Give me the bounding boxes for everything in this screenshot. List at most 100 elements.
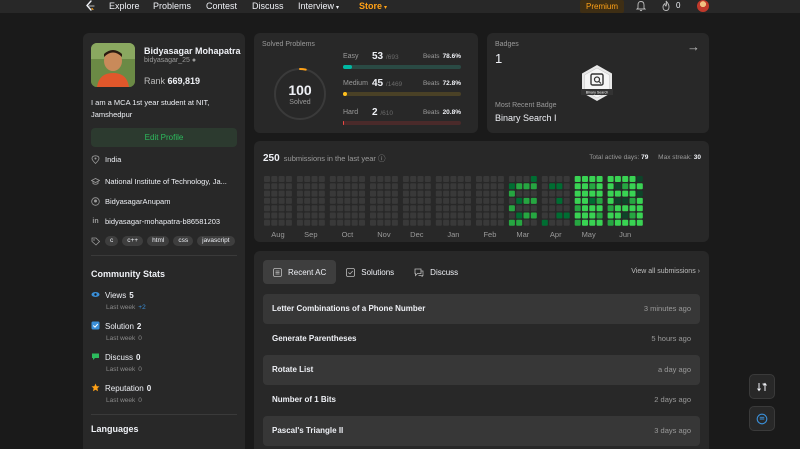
heatmap-cell[interactable] [351,183,358,190]
submission-row[interactable]: Generate Parentheses 5 hours ago [263,324,700,354]
heatmap-cell[interactable] [556,190,563,197]
heatmap-cell[interactable] [377,205,384,212]
heatmap-cell[interactable] [391,197,398,204]
heatmap-cell[interactable] [424,219,431,226]
heatmap-cell[interactable] [344,190,351,197]
heatmap-cell[interactable] [582,197,588,204]
heatmap-cell[interactable] [450,205,457,212]
heatmap-cell[interactable] [508,212,515,219]
heatmap-cell[interactable] [435,205,442,212]
heatmap-cell[interactable] [589,176,596,182]
heatmap-cell[interactable] [344,183,351,190]
heatmap-cell[interactable] [490,219,497,226]
heatmap-cell[interactable] [304,205,311,212]
heatmap-cell[interactable] [582,183,588,190]
heatmap-cell[interactable] [318,212,325,219]
heatmap-cell[interactable] [435,197,442,204]
heatmap-cell[interactable] [614,176,621,182]
heatmap-cell[interactable] [377,212,384,219]
heatmap-cell[interactable] [329,183,336,190]
heatmap-cell[interactable] [563,176,570,182]
heatmap-cell[interactable] [636,176,643,182]
heatmap-cell[interactable] [351,212,358,219]
heatmap-cell[interactable] [614,183,621,190]
github-row[interactable]: BidyasagarAnupam [91,197,170,206]
heatmap-cell[interactable] [596,190,603,197]
heatmap-cell[interactable] [614,190,621,197]
heatmap-cell[interactable] [377,176,384,182]
fire-icon[interactable] [661,0,671,12]
heatmap-cell[interactable] [523,183,530,190]
heatmap-cell[interactable] [417,205,424,212]
heatmap-cell[interactable] [563,197,570,204]
heatmap-cell[interactable] [549,205,556,212]
heatmap-cell[interactable] [337,219,344,226]
heatmap-cell[interactable] [311,190,318,197]
heatmap-cell[interactable] [596,212,603,219]
heatmap-cell[interactable] [410,205,417,212]
heatmap-cell[interactable] [497,197,504,204]
heatmap-cell[interactable] [530,176,537,182]
heatmap-cell[interactable] [596,205,603,212]
nav-store[interactable]: Store ▾ [359,0,387,14]
bell-icon[interactable] [636,0,646,12]
heatmap-cell[interactable] [476,205,482,212]
heatmap-cell[interactable] [483,190,490,197]
heatmap-cell[interactable] [278,183,285,190]
heatmap-cell[interactable] [549,212,556,219]
heatmap-cell[interactable] [296,197,303,204]
heatmap-cell[interactable] [296,205,303,212]
heatmap-cell[interactable] [450,176,457,182]
heatmap-cell[interactable] [450,219,457,226]
heatmap-cell[interactable] [337,212,344,219]
heatmap-cell[interactable] [497,190,504,197]
heatmap-cell[interactable] [465,183,471,190]
heatmap-cell[interactable] [402,183,409,190]
heatmap-cell[interactable] [629,197,636,204]
heatmap-cell[interactable] [359,176,365,182]
heatmap-cell[interactable] [523,176,530,182]
heatmap-cell[interactable] [318,205,325,212]
heatmap-cell[interactable] [271,197,278,204]
heatmap-cell[interactable] [483,183,490,190]
heatmap-cell[interactable] [549,183,556,190]
heatmap-cell[interactable] [384,205,391,212]
heatmap-cell[interactable] [530,183,537,190]
heatmap-cell[interactable] [622,183,629,190]
heatmap-cell[interactable] [410,212,417,219]
heatmap-cell[interactable] [614,205,621,212]
heatmap-cell[interactable] [384,197,391,204]
heatmap-cell[interactable] [370,197,376,204]
heatmap-cell[interactable] [457,183,464,190]
heatmap-cell[interactable] [370,205,376,212]
heatmap-cell[interactable] [351,219,358,226]
leetcode-logo-icon[interactable] [85,0,95,12]
heatmap-cell[interactable] [410,176,417,182]
heatmap-cell[interactable] [359,190,365,197]
heatmap-cell[interactable] [508,197,515,204]
heatmap-cell[interactable] [318,197,325,204]
heatmap-cell[interactable] [607,190,614,197]
heatmap-cell[interactable] [574,190,581,197]
heatmap-cell[interactable] [508,176,515,182]
heatmap-cell[interactable] [556,212,563,219]
heatmap-cell[interactable] [516,190,523,197]
heatmap-cell[interactable] [271,212,278,219]
heatmap-cell[interactable] [359,205,365,212]
heatmap-cell[interactable] [443,183,450,190]
user-avatar[interactable] [697,0,709,12]
heatmap-cell[interactable] [614,197,621,204]
heatmap-cell[interactable] [351,205,358,212]
heatmap-cell[interactable] [384,212,391,219]
heatmap-cell[interactable] [391,219,398,226]
heatmap-cell[interactable] [351,190,358,197]
heatmap-cell[interactable] [563,212,570,219]
heatmap-cell[interactable] [523,205,530,212]
submission-title[interactable]: Generate Parentheses [272,334,357,343]
heatmap-cell[interactable] [607,212,614,219]
heatmap-cell[interactable] [329,176,336,182]
heatmap-cell[interactable] [622,212,629,219]
heatmap-cell[interactable] [497,212,504,219]
heatmap-cell[interactable] [329,205,336,212]
heatmap-cell[interactable] [589,183,596,190]
